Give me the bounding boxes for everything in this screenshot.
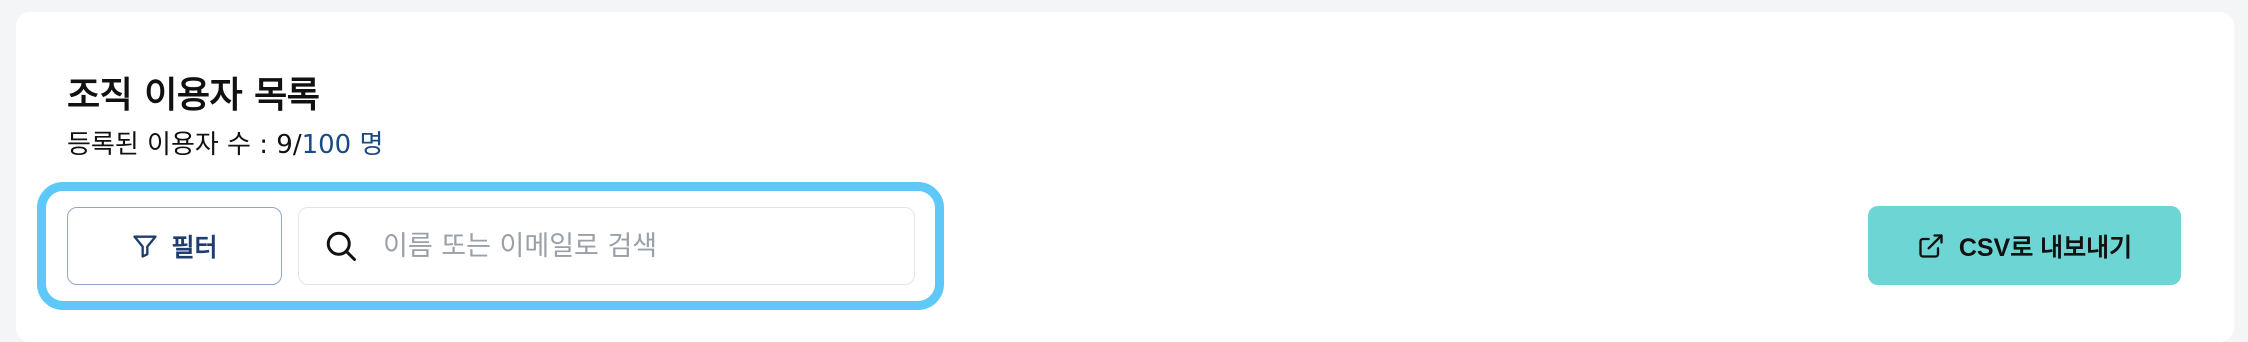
count-label: 등록된 이용자 수 :: [67, 130, 277, 160]
search-box[interactable]: [298, 207, 915, 285]
page-title: 조직 이용자 목록: [67, 75, 320, 116]
count-registered: 9: [276, 130, 293, 160]
csv-export-label: CSV로 내보내기: [1958, 233, 2133, 262]
registered-user-count: 등록된 이용자 수 : 9/100 명: [67, 124, 383, 161]
external-link-icon: [1917, 232, 1945, 260]
filter-icon: [131, 232, 159, 260]
csv-export-button[interactable]: CSV로 내보내기: [1868, 206, 2181, 285]
search-input[interactable]: [383, 230, 903, 262]
count-total: 100 명: [301, 130, 384, 160]
search-icon: [323, 228, 359, 264]
filter-button[interactable]: 필터: [67, 207, 282, 285]
count-separator: /: [292, 130, 302, 160]
filter-button-label: 필터: [171, 234, 218, 262]
